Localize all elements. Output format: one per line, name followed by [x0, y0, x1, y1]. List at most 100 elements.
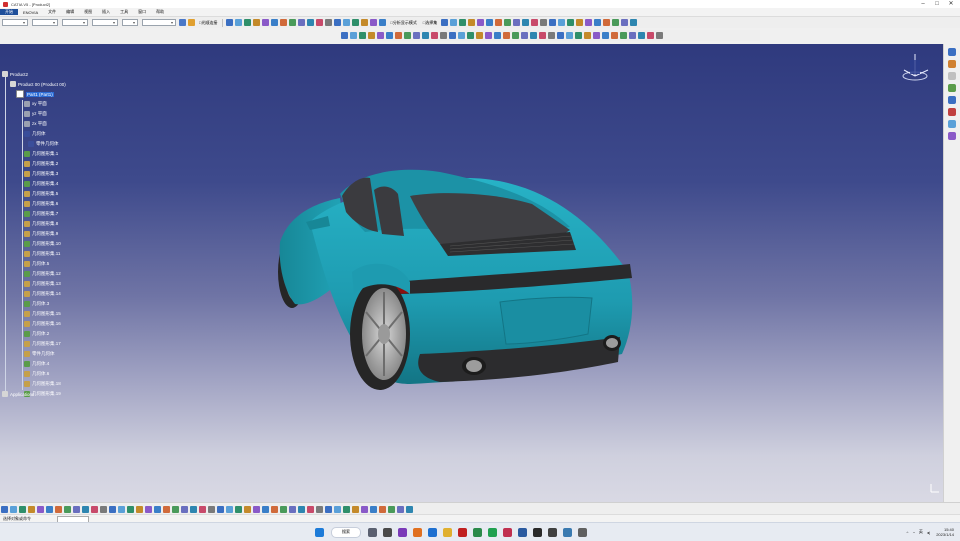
standard-tool-icon[interactable] — [253, 505, 260, 513]
standard-tool-icon[interactable] — [397, 505, 404, 513]
surface-tool-icon[interactable] — [521, 32, 528, 39]
standard-tool-icon[interactable] — [181, 505, 188, 513]
wifi-icon[interactable]: ◔ — [912, 530, 914, 535]
standard-tool-icon[interactable] — [343, 505, 350, 513]
car-3d-model[interactable] — [270, 132, 650, 402]
taskbar-app-icon[interactable] — [428, 527, 437, 537]
surface-tool-icon[interactable] — [440, 32, 447, 39]
standard-tool-icon[interactable] — [190, 505, 197, 513]
view-tool-icon[interactable] — [352, 19, 360, 26]
surface-tool-icon[interactable] — [458, 32, 465, 39]
tree-bodies[interactable]: 几何体 — [24, 130, 46, 138]
analysis-tool-icon[interactable] — [531, 19, 539, 26]
side-tool-icon[interactable] — [948, 48, 956, 56]
standard-tool-icon[interactable] — [244, 505, 251, 513]
standard-tool-icon[interactable] — [280, 505, 287, 513]
menu-window[interactable]: 窗口 — [133, 9, 151, 15]
standard-tool-icon[interactable] — [361, 505, 368, 513]
analysis-tool-icon[interactable] — [612, 19, 620, 26]
standard-tool-icon[interactable] — [55, 505, 62, 513]
analysis-tool-icon[interactable] — [630, 19, 638, 26]
analysis-tool-icon[interactable] — [603, 19, 611, 26]
analysis-tool-icon[interactable] — [486, 19, 494, 26]
smooth-checkbox[interactable]: □光顺连接 — [199, 20, 217, 26]
surface-tool-icon[interactable] — [557, 32, 564, 39]
view-tool-icon[interactable] — [253, 19, 261, 26]
menu-tools[interactable]: 工具 — [115, 9, 133, 15]
standard-tool-icon[interactable] — [262, 505, 269, 513]
analysis-tool-icon[interactable] — [567, 19, 575, 26]
surface-tool-icon[interactable] — [494, 32, 501, 39]
tree-node-product00[interactable]: Product 00 (Product 00) — [10, 80, 66, 88]
taskbar-search[interactable]: 搜索 — [331, 526, 361, 538]
surface-tool-icon[interactable] — [467, 32, 474, 39]
standard-tool-icon[interactable] — [46, 505, 53, 513]
view-tool-icon[interactable] — [370, 19, 378, 26]
tree-geometric-set-item[interactable]: 几何图形集.5 — [24, 190, 58, 198]
taskbar-app-icon[interactable] — [533, 527, 542, 537]
tree-geometric-set-item[interactable]: 几何体.2 — [24, 330, 49, 338]
taskbar-app-icon[interactable] — [413, 527, 422, 537]
standard-tool-icon[interactable] — [127, 505, 134, 513]
tree-geometric-set-item[interactable]: 几何图形集.16 — [24, 320, 61, 328]
standard-tool-icon[interactable] — [235, 505, 242, 513]
tree-geometric-set-item[interactable]: 几何体.6 — [24, 370, 49, 378]
taskbar-app-icon[interactable] — [578, 527, 587, 537]
tree-geometric-set-item[interactable]: 几何图形集.15 — [24, 310, 61, 318]
standard-tool-icon[interactable] — [82, 505, 89, 513]
tree-geometric-set-item[interactable]: 几何图形集.10 — [24, 240, 61, 248]
surface-tool-icon[interactable] — [413, 32, 420, 39]
standard-tool-icon[interactable] — [109, 505, 116, 513]
tree-geometric-set-item[interactable]: 几何图形集.7 — [24, 210, 58, 218]
tree-geometric-set-item[interactable]: 几何图形集.9 — [24, 230, 58, 238]
standard-tool-icon[interactable] — [19, 505, 26, 513]
analysis-tool-icon[interactable] — [558, 19, 566, 26]
view-tool-icon[interactable] — [235, 19, 243, 26]
tree-node-part1[interactable]: Part1 (Part1) — [16, 90, 54, 98]
menu-insert[interactable]: 插入 — [97, 9, 115, 15]
brush-icon[interactable] — [188, 19, 195, 26]
surface-tool-icon[interactable] — [530, 32, 537, 39]
surface-tool-icon[interactable] — [422, 32, 429, 39]
standard-tool-icon[interactable] — [118, 505, 125, 513]
standard-tool-icon[interactable] — [289, 505, 296, 513]
surface-tool-icon[interactable] — [656, 32, 663, 39]
3d-viewport[interactable]: Product2 Product 00 (Product 00) Part1 (… — [0, 44, 944, 502]
tree-geometric-set-item[interactable]: 几何图形集.6 — [24, 200, 58, 208]
standard-tool-icon[interactable] — [91, 505, 98, 513]
surface-tool-icon[interactable] — [584, 32, 591, 39]
transparency-combo[interactable]: ▾ — [142, 19, 176, 26]
surface-tool-icon[interactable] — [503, 32, 510, 39]
side-tool-icon[interactable] — [948, 108, 956, 116]
tree-geometric-set-item[interactable]: 几何图形集.13 — [24, 280, 61, 288]
analysis-tool-icon[interactable] — [495, 19, 503, 26]
standard-tool-icon[interactable] — [217, 505, 224, 513]
analysis-tool-icon[interactable] — [450, 19, 458, 26]
standard-tool-icon[interactable] — [334, 505, 341, 513]
taskbar-app-icon[interactable] — [548, 527, 557, 537]
view-tool-icon[interactable] — [334, 19, 342, 26]
menu-edit[interactable]: 编辑 — [61, 9, 79, 15]
standard-tool-icon[interactable] — [73, 505, 80, 513]
view-tool-icon[interactable] — [280, 19, 288, 26]
view-tool-icon[interactable] — [316, 19, 324, 26]
standard-tool-icon[interactable] — [199, 505, 206, 513]
tree-geometric-set-item[interactable]: 零件几何体 — [24, 350, 55, 358]
surface-tool-icon[interactable] — [341, 32, 348, 39]
tree-geometric-set-item[interactable]: 几何体.4 — [24, 360, 49, 368]
surface-tool-icon[interactable] — [386, 32, 393, 39]
surface-tool-icon[interactable] — [404, 32, 411, 39]
standard-tool-icon[interactable] — [1, 505, 8, 513]
color-combo[interactable]: ▾ — [32, 19, 58, 26]
chevron-up-icon[interactable]: ^ — [907, 530, 909, 535]
surface-tool-icon[interactable] — [611, 32, 618, 39]
analysis-tool-icon[interactable] — [549, 19, 557, 26]
analysis-tool-icon[interactable] — [576, 19, 584, 26]
selection-set-checkbox[interactable]: □选择集 — [423, 20, 437, 26]
thickness-combo[interactable]: ▾ — [122, 19, 138, 26]
surface-tool-icon[interactable] — [359, 32, 366, 39]
linetype-combo[interactable]: ▾ — [92, 19, 118, 26]
view-tool-icon[interactable] — [361, 19, 369, 26]
surface-tool-icon[interactable] — [575, 32, 582, 39]
standard-tool-icon[interactable] — [271, 505, 278, 513]
